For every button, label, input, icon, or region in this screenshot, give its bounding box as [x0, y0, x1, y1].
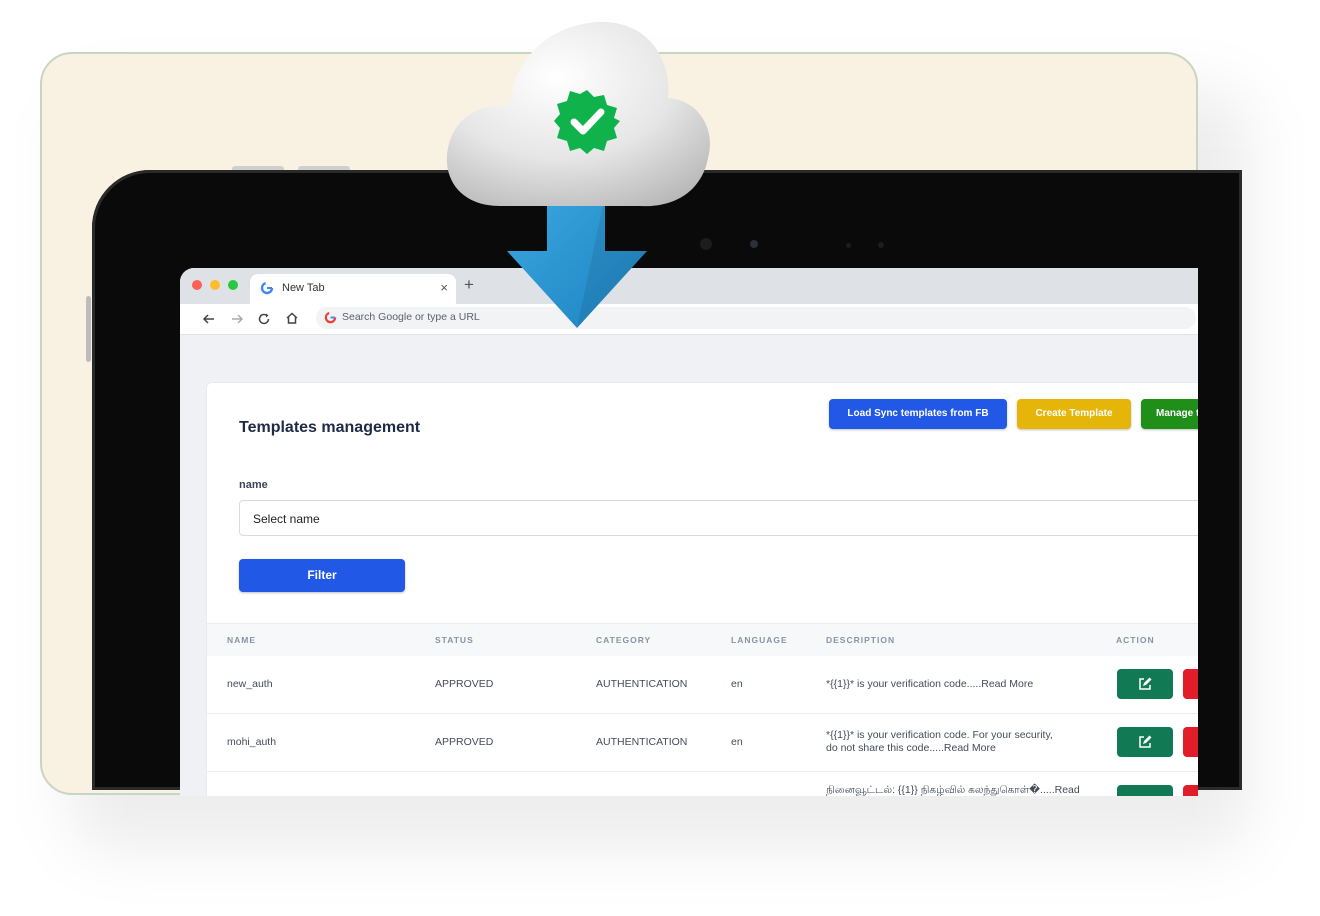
template-name: new_auth — [227, 678, 273, 690]
load-sync-templates-button[interactable]: Load Sync templates from FB — [829, 399, 1007, 429]
create-template-button[interactable]: Create Template — [1017, 399, 1131, 429]
google-icon — [324, 311, 337, 324]
home-icon[interactable] — [285, 311, 299, 325]
template-description: *{{1}}* is your verification code. For y… — [826, 729, 1053, 754]
filter-button[interactable]: Filter — [239, 559, 405, 592]
edit-icon — [1139, 735, 1152, 748]
name-filter-label: name — [239, 479, 268, 491]
forward-icon[interactable] — [230, 312, 244, 326]
back-icon[interactable] — [202, 312, 216, 326]
google-icon — [260, 281, 274, 295]
address-bar[interactable]: Search Google or type a URL — [316, 307, 1196, 329]
tab-title: New Tab — [282, 282, 325, 294]
manage-button[interactable]: Manage t — [1141, 399, 1198, 429]
browser-window: New Tab × + Search Google or type a URL … — [180, 268, 1198, 796]
template-language: en — [731, 678, 743, 690]
template-language: en — [731, 736, 743, 748]
edit-icon — [1139, 677, 1152, 690]
window-close-dot[interactable] — [192, 280, 202, 290]
edit-button[interactable] — [1117, 727, 1173, 757]
device-side-button — [86, 296, 91, 362]
tab-close-icon[interactable]: × — [440, 280, 448, 295]
page-title: Templates management — [239, 419, 421, 436]
delete-button[interactable] — [1183, 727, 1198, 757]
table-row: mohi_auth APPROVED AUTHENTICATION en *{{… — [207, 714, 1198, 772]
column-header-status[interactable]: STATUS — [435, 635, 474, 645]
address-bar-placeholder: Search Google or type a URL — [342, 311, 480, 323]
camera-lens — [750, 240, 758, 248]
camera-sensor — [878, 242, 884, 248]
template-status: APPROVED — [435, 678, 494, 690]
browser-tab[interactable]: New Tab × — [250, 274, 456, 304]
delete-button[interactable] — [1183, 785, 1198, 796]
column-header-description[interactable]: DESCRIPTION — [826, 635, 895, 645]
template-description: நினைவூட்டல்: {{1}} நிகழ்வில் கலந்துகொள்�… — [826, 784, 1080, 796]
delete-button[interactable] — [1183, 669, 1198, 699]
template-category: AUTHENTICATION — [596, 736, 688, 748]
browser-toolbar: Search Google or type a URL — [180, 304, 1198, 335]
templates-panel: Templates management Load Sync templates… — [206, 382, 1198, 796]
column-header-name[interactable]: NAME — [227, 635, 256, 645]
tab-bar: New Tab × + — [180, 268, 1198, 304]
edit-button[interactable] — [1117, 785, 1173, 796]
template-status: APPROVED — [435, 736, 494, 748]
template-name: mohi_auth — [227, 736, 277, 748]
column-header-action: ACTION — [1116, 635, 1155, 645]
verified-badge-icon — [554, 90, 620, 154]
column-header-language[interactable]: LANGUAGE — [731, 635, 788, 645]
edit-button[interactable] — [1117, 669, 1173, 699]
window-minimize-dot[interactable] — [210, 280, 220, 290]
name-select[interactable]: Select name — [239, 500, 1198, 536]
template-description: *{{1}}* is your verification code.....Re… — [826, 678, 1034, 690]
camera-sensor — [846, 243, 851, 248]
camera-sensor — [700, 238, 712, 250]
name-select-value: Select name — [253, 512, 320, 526]
table-row: new_auth APPROVED AUTHENTICATION en *{{1… — [207, 656, 1198, 714]
new-tab-icon[interactable]: + — [464, 276, 474, 293]
table-header: NAME STATUS CATEGORY LANGUAGE DESCRIPTIO… — [207, 623, 1198, 656]
table-row: நினைவூட்டல்: {{1}} நிகழ்வில் கலந்துகொள்�… — [207, 772, 1198, 796]
column-header-category[interactable]: CATEGORY — [596, 635, 651, 645]
reload-icon[interactable] — [257, 312, 271, 326]
window-maximize-dot[interactable] — [228, 280, 238, 290]
template-category: AUTHENTICATION — [596, 678, 688, 690]
